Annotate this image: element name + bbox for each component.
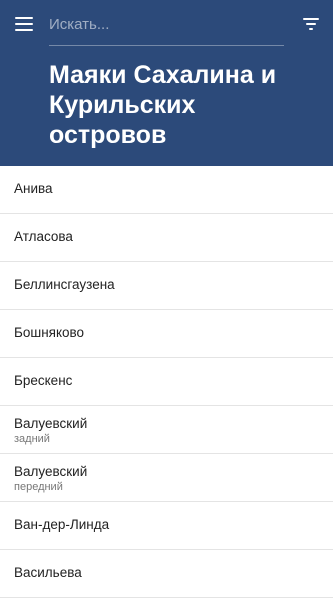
lighthouse-list: Анива Атласова Беллинсгаузена Бошняково … xyxy=(0,166,333,598)
filter-icon[interactable] xyxy=(303,18,319,31)
search-input[interactable] xyxy=(49,13,279,35)
item-title: Анива xyxy=(14,181,53,196)
app-header: Маяки Сахалина и Курильских островов xyxy=(0,0,333,166)
list-item[interactable]: Валуевский передний xyxy=(0,454,333,502)
item-title: Васильева xyxy=(14,565,82,580)
list-item[interactable]: Бошняково xyxy=(0,310,333,358)
hamburger-menu-icon[interactable] xyxy=(15,17,33,31)
item-title: Валуевский xyxy=(14,416,88,431)
list-item[interactable]: Васильева xyxy=(0,550,333,598)
item-title: Беллинсгаузена xyxy=(14,277,115,292)
item-title: Бошняково xyxy=(14,325,85,340)
list-item[interactable]: Брескенс xyxy=(0,358,333,406)
list-item[interactable]: Атласова xyxy=(0,214,333,262)
item-title: Ван-дер-Линда xyxy=(14,517,110,532)
item-subtitle: передний xyxy=(14,481,63,493)
list-item[interactable]: Беллинсгаузена xyxy=(0,262,333,310)
search-underline xyxy=(49,45,284,46)
page-title: Маяки Сахалина и Курильских островов xyxy=(49,61,277,149)
item-title: Брескенс xyxy=(14,373,73,388)
list-item[interactable]: Валуевский задний xyxy=(0,406,333,454)
item-subtitle: задний xyxy=(14,433,50,445)
item-title: Валуевский xyxy=(14,464,88,479)
item-title: Атласова xyxy=(14,229,73,244)
list-item[interactable]: Анива xyxy=(0,166,333,214)
list-item[interactable]: Ван-дер-Линда xyxy=(0,502,333,550)
